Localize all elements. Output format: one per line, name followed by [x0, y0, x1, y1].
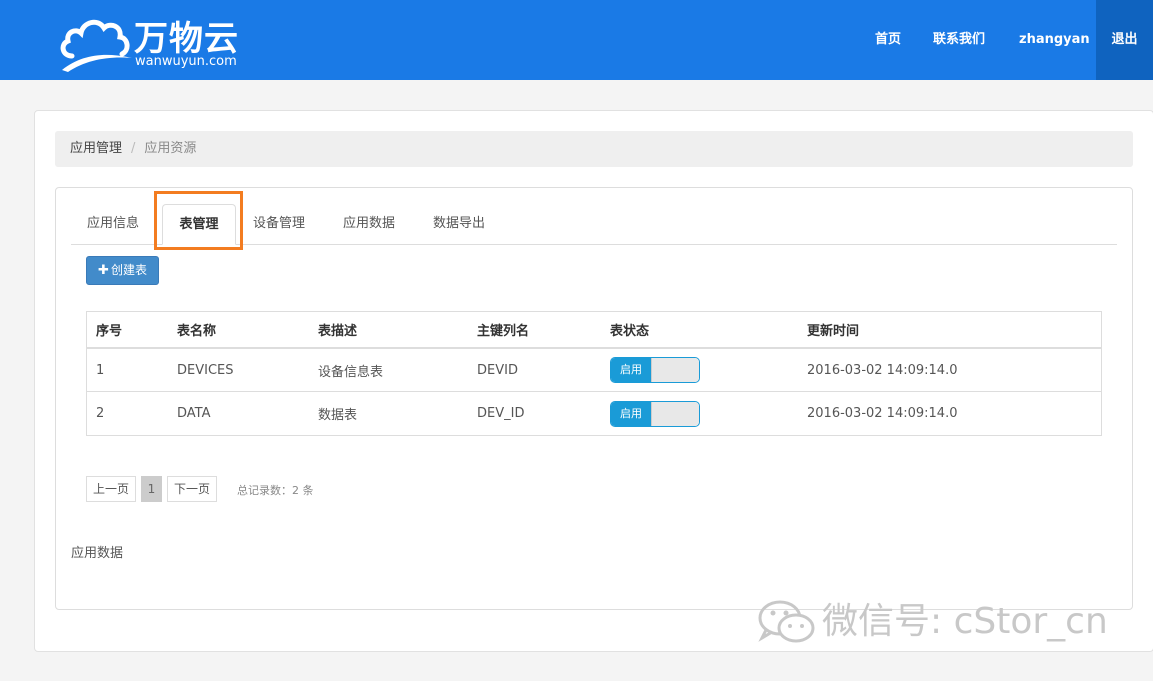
table-header-row: 序号 表名称 表描述 主键列名 表状态 更新时间	[87, 312, 1101, 349]
row-index: 2	[96, 406, 105, 421]
tab-table-management[interactable]: 表管理	[162, 204, 236, 245]
tab-app-data[interactable]: 应用数据	[343, 204, 395, 244]
pagination-total-count: 总记录数：2 条	[237, 484, 314, 497]
row-table-name: DEVICES	[177, 362, 234, 378]
status-toggle[interactable]: 启用	[610, 357, 700, 383]
row-primary-key: DEV_ID	[477, 406, 525, 421]
tab-device-management[interactable]: 设备管理	[253, 204, 305, 244]
column-header-status: 表状态	[610, 324, 650, 339]
logo-title: 万物云	[134, 19, 239, 59]
column-header-primary-key: 主键列名	[477, 324, 530, 339]
status-toggle[interactable]: 启用	[610, 400, 700, 427]
table-row: 2 DATA 数据表 DEV_ID 启用 2016-03-02 14:09:14…	[87, 392, 1101, 435]
row-status-cell: 启用	[610, 392, 700, 435]
pagination-next-button[interactable]: 下一页	[167, 476, 217, 502]
row-updated-time: 2016-03-02 14:09:14.0	[807, 406, 958, 421]
tables-table: 序号 表名称 表描述 主键列名 表状态 更新时间 1 DEVICES 设备信息表…	[86, 311, 1102, 436]
wechat-watermark: 微信号: cStor_cn	[756, 598, 1126, 648]
cloud-logo-icon	[60, 19, 132, 72]
create-table-label: 创建表	[110, 263, 147, 277]
wechat-icon	[758, 600, 815, 643]
row-primary-key: DEVID	[477, 362, 518, 378]
row-updated-time: 2016-03-02 14:09:14.0	[807, 362, 958, 378]
logout-button[interactable]: 退出	[1096, 0, 1153, 80]
breadcrumb-item-app-resources: 应用资源	[144, 141, 197, 156]
column-header-index: 序号	[96, 324, 123, 339]
breadcrumb: 应用管理 / 应用资源	[55, 131, 1133, 167]
status-toggle-label: 启用	[611, 358, 651, 382]
logo[interactable]: 万物云 wanwuyun.com	[58, 12, 258, 72]
row-index: 1	[96, 362, 105, 378]
row-table-name: DATA	[177, 406, 211, 421]
nav-contact-link[interactable]: 联系我们	[933, 0, 985, 80]
nav-home-link[interactable]: 首页	[875, 0, 901, 80]
row-description: 数据表	[318, 408, 358, 423]
breadcrumb-item-app-management[interactable]: 应用管理	[70, 141, 122, 156]
watermark-text: 微信号: cStor_cn	[822, 601, 1108, 642]
pagination-page-1[interactable]: 1	[141, 476, 162, 502]
top-navbar: 万物云 wanwuyun.com 首页 联系我们 zhangyan 退出	[0, 0, 1153, 80]
app-data-section-title: 应用数据	[71, 546, 124, 561]
tab-app-info[interactable]: 应用信息	[87, 204, 139, 244]
row-description: 设备信息表	[318, 364, 384, 380]
logo-subtitle: wanwuyun.com	[135, 54, 237, 69]
breadcrumb-separator: /	[131, 141, 136, 156]
column-header-description: 表描述	[318, 324, 358, 339]
pagination-prev-button[interactable]: 上一页	[86, 476, 136, 502]
column-header-name: 表名称	[177, 324, 217, 339]
plus-icon: ✚	[98, 263, 109, 278]
nav-user-link[interactable]: zhangyan	[1019, 0, 1090, 80]
status-toggle-label: 启用	[611, 401, 651, 426]
status-toggle-knob	[651, 358, 699, 382]
create-table-button[interactable]: ✚ 创建表	[86, 256, 159, 285]
row-status-cell: 启用	[610, 349, 700, 391]
status-toggle-knob	[651, 401, 699, 426]
table-row: 1 DEVICES 设备信息表 DEVID 启用 2016-03-02 14:0…	[87, 349, 1101, 392]
tab-data-export[interactable]: 数据导出	[433, 204, 485, 244]
column-header-updated: 更新时间	[807, 324, 860, 339]
